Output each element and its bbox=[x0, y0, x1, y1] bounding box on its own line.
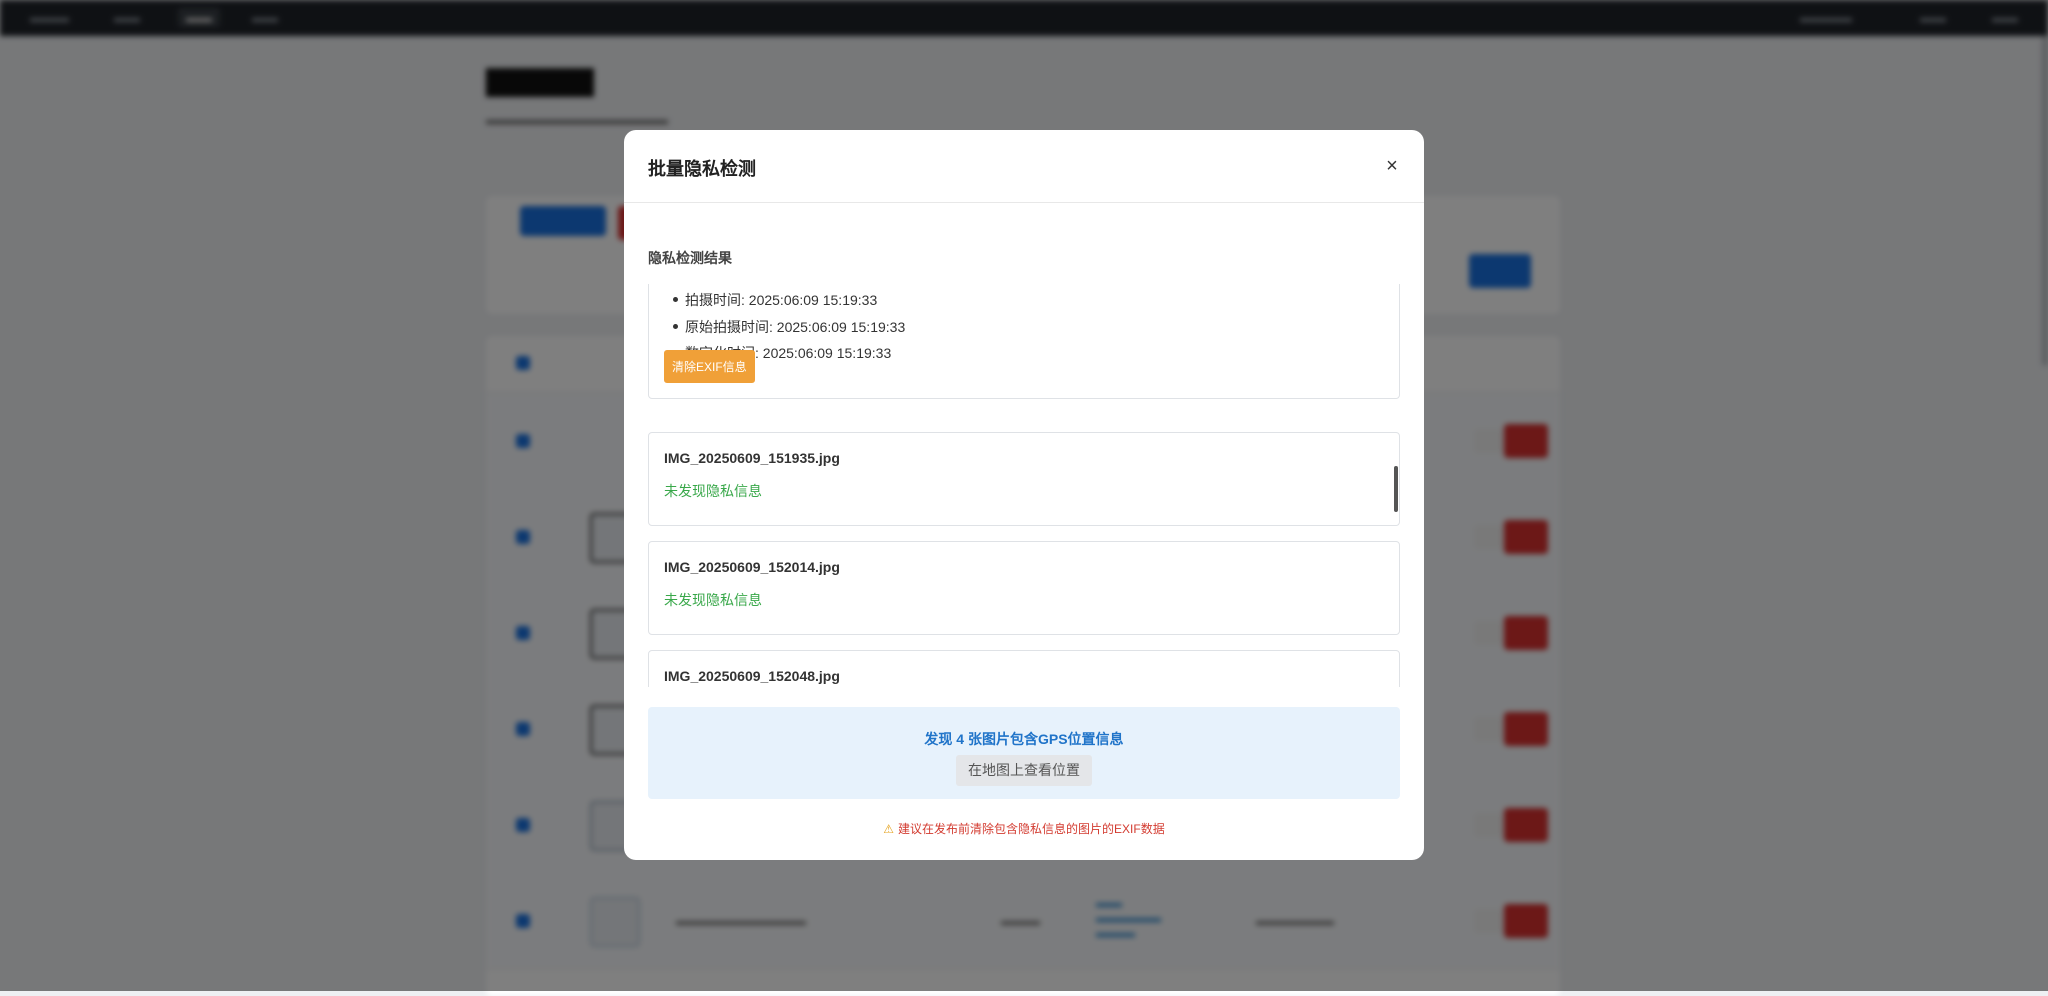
result-card: 拍摄时间: 2025:06:09 15:19:33 原始拍摄时间: 2025:0… bbox=[648, 284, 1400, 399]
clear-exif-button[interactable]: 清除EXIF信息 bbox=[664, 350, 755, 383]
result-status: 未发现隐私信息 bbox=[664, 483, 762, 499]
result-list-scrollbar[interactable] bbox=[1394, 466, 1398, 512]
modal-title: 批量隐私检测 bbox=[648, 159, 756, 179]
warning-text: 建议在发布前清除包含隐私信息的图片的EXIF数据 bbox=[898, 822, 1165, 836]
result-filename: IMG_20250609_152048.jpg bbox=[664, 668, 840, 684]
view-on-map-button[interactable]: 在地图上查看位置 bbox=[956, 755, 1092, 786]
result-filename: IMG_20250609_151935.jpg bbox=[664, 450, 840, 466]
result-status: 未发现隐私信息 bbox=[664, 592, 762, 608]
result-card: IMG_20250609_152014.jpg 未发现隐私信息 bbox=[648, 541, 1400, 635]
warning-icon: ⚠ bbox=[883, 822, 895, 836]
section-title: 隐私检测结果 bbox=[648, 250, 732, 266]
exif-detail-item: 原始拍摄时间: 2025:06:09 15:19:33 bbox=[673, 317, 905, 344]
close-button[interactable]: × bbox=[1376, 150, 1408, 182]
result-filename: IMG_20250609_152014.jpg bbox=[664, 559, 840, 575]
privacy-warning: ⚠ 建议在发布前清除包含隐私信息的图片的EXIF数据 bbox=[624, 820, 1424, 837]
modal-header: 批量隐私检测 × bbox=[624, 130, 1424, 203]
gps-summary-text: 发现 4 张图片包含GPS位置信息 bbox=[924, 731, 1124, 747]
privacy-check-modal: 批量隐私检测 × 隐私检测结果 拍摄时间: 2025:06:09 15:19:3… bbox=[624, 130, 1424, 860]
gps-summary-box: 发现 4 张图片包含GPS位置信息 在地图上查看位置 bbox=[648, 707, 1400, 799]
result-card: IMG_20250609_151935.jpg 未发现隐私信息 bbox=[648, 432, 1400, 526]
result-list[interactable]: 拍摄时间: 2025:06:09 15:19:33 原始拍摄时间: 2025:0… bbox=[648, 284, 1400, 687]
result-card: IMG_20250609_152048.jpg bbox=[648, 650, 1400, 687]
exif-detail-item: 拍摄时间: 2025:06:09 15:19:33 bbox=[673, 290, 905, 317]
